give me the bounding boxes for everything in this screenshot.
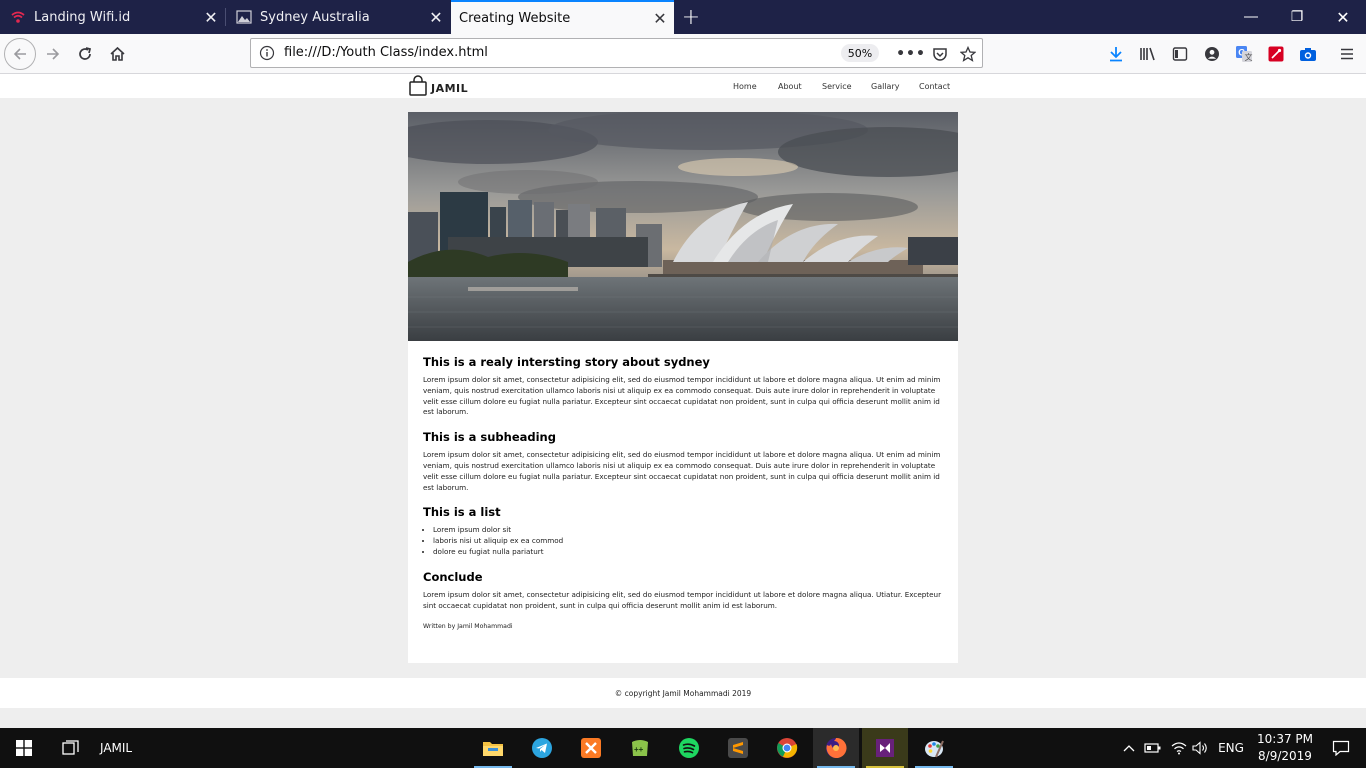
- chevron-up-icon[interactable]: [1118, 728, 1140, 768]
- network-wifi-icon[interactable]: [1168, 728, 1190, 768]
- section-paragraph: Lorem ipsum dolor sit amet, consectetur …: [423, 375, 941, 417]
- nav-link-service[interactable]: Service: [822, 82, 852, 91]
- section-heading: This is a subheading: [423, 430, 556, 445]
- list-item: Lorem ipsum dolor sit: [433, 525, 945, 536]
- page-actions-icon[interactable]: •••: [896, 43, 925, 65]
- copyright-text: © copyright Jamil Mohammadi 2019: [614, 688, 752, 698]
- arrow-right-icon: [47, 48, 60, 60]
- tab-landing-wifi[interactable]: Landing Wifi.id ✕: [0, 0, 225, 34]
- new-tab-button[interactable]: +: [676, 0, 706, 34]
- reload-icon: [79, 47, 92, 60]
- reload-button[interactable]: [69, 38, 101, 70]
- spotify-icon[interactable]: [666, 728, 712, 768]
- translate-icon[interactable]: G文: [1232, 42, 1256, 66]
- home-button[interactable]: [101, 38, 133, 70]
- notification-icon: [1332, 740, 1350, 756]
- brand-name: JAMIL: [431, 82, 469, 95]
- close-icon[interactable]: ✕: [646, 4, 674, 32]
- info-icon[interactable]: [259, 45, 275, 61]
- tab-sydney-australia[interactable]: Sydney Australia ✕: [226, 0, 450, 34]
- back-button[interactable]: [4, 38, 36, 70]
- menu-hamburger-icon[interactable]: [1335, 42, 1359, 66]
- arrow-left-icon: [13, 48, 26, 60]
- tab-label: Sydney Australia: [260, 9, 370, 25]
- page-image-icon: [236, 9, 252, 25]
- notification-center-button[interactable]: [1318, 728, 1364, 768]
- paint-icon[interactable]: [911, 728, 957, 768]
- svg-text:文: 文: [1245, 52, 1253, 62]
- section-paragraph: Lorem ipsum dolor sit amet, consectetur …: [423, 450, 941, 492]
- windows-taskbar: JAMIL ++ ENG 10:37 PM 8/9/2019: [0, 728, 1366, 768]
- xampp-icon[interactable]: [568, 728, 614, 768]
- site-header: JAMIL Home About Service Gallary Contact: [0, 74, 1366, 98]
- svg-text:++: ++: [634, 745, 644, 754]
- article: This is a realy intersting story about s…: [423, 355, 945, 630]
- url-text[interactable]: file:///D:/Youth Class/index.html: [284, 45, 488, 60]
- hero-image-sydney: [408, 112, 958, 341]
- site-footer: © copyright Jamil Mohammadi 2019: [0, 678, 1366, 708]
- screenshot-camera-icon[interactable]: [1296, 42, 1320, 66]
- minimize-button[interactable]: ―: [1228, 0, 1274, 34]
- sidebar-icon[interactable]: [1168, 42, 1192, 66]
- close-icon[interactable]: ✕: [422, 3, 450, 31]
- battery-icon[interactable]: [1142, 728, 1164, 768]
- task-view-button[interactable]: [48, 728, 94, 768]
- restore-button[interactable]: ❐: [1274, 0, 1320, 34]
- close-icon[interactable]: ✕: [197, 3, 225, 31]
- library-icon[interactable]: [1136, 42, 1160, 66]
- shopping-bag-icon: [409, 75, 427, 96]
- nav-link-home[interactable]: Home: [733, 82, 757, 91]
- task-view-icon: [62, 740, 79, 755]
- tab-bar: Landing Wifi.id ✕ Sydney Australia ✕ Cre…: [0, 0, 1366, 34]
- clock-time: 10:37 PM: [1257, 732, 1313, 746]
- firefox-icon[interactable]: [813, 728, 859, 768]
- brand-logo[interactable]: JAMIL: [408, 74, 468, 96]
- wifi-icon: [10, 9, 26, 25]
- window-close-button[interactable]: ✕: [1320, 0, 1366, 34]
- bullet-list: Lorem ipsum dolor sit laboris nisi ut al…: [433, 525, 945, 557]
- telegram-icon[interactable]: [519, 728, 565, 768]
- nav-link-about[interactable]: About: [778, 82, 802, 91]
- taskbar-label[interactable]: JAMIL: [100, 728, 132, 768]
- list-item: laboris nisi ut aliquip ex ea commod: [433, 536, 945, 547]
- section-heading: This is a list: [423, 505, 501, 520]
- home-icon: [109, 46, 125, 61]
- clock-date: 8/9/2019: [1258, 749, 1312, 763]
- sublime-text-icon[interactable]: [715, 728, 761, 768]
- tab-label: Creating Website: [459, 10, 571, 26]
- section-paragraph: Lorem ipsum dolor sit amet, consectetur …: [423, 589, 942, 610]
- author-byline: Written by Jamil Mohammadi: [423, 623, 513, 631]
- tab-label: Landing Wifi.id: [34, 9, 131, 25]
- windows-logo-icon: [16, 740, 32, 756]
- file-explorer-icon[interactable]: [470, 728, 516, 768]
- section-heading: Conclude: [423, 569, 483, 584]
- content-card: This is a realy intersting story about s…: [408, 112, 958, 663]
- bookmark-star-icon[interactable]: [957, 43, 979, 65]
- chrome-icon[interactable]: [764, 728, 810, 768]
- zoom-level-badge[interactable]: 50%: [841, 44, 879, 62]
- visual-studio-icon[interactable]: [862, 728, 908, 768]
- pocket-icon[interactable]: [929, 43, 951, 65]
- list-item: dolore eu fugiat nulla pariaturt: [433, 547, 945, 558]
- language-indicator[interactable]: ENG: [1215, 728, 1247, 768]
- nav-link-gallary[interactable]: Gallary: [871, 82, 899, 91]
- volume-icon[interactable]: [1190, 728, 1212, 768]
- url-bar[interactable]: file:///D:/Youth Class/index.html 50% ••…: [250, 38, 983, 68]
- tab-creating-website[interactable]: Creating Website ✕: [451, 0, 674, 34]
- navigation-toolbar: file:///D:/Youth Class/index.html 50% ••…: [0, 34, 1366, 74]
- start-button[interactable]: [0, 728, 48, 768]
- notepad-plus-icon[interactable]: ++: [617, 728, 663, 768]
- system-clock[interactable]: 10:37 PM 8/9/2019: [1256, 731, 1314, 765]
- download-icon[interactable]: [1104, 42, 1128, 66]
- section-heading: This is a realy intersting story about s…: [423, 355, 710, 369]
- nav-link-contact[interactable]: Contact: [919, 82, 950, 91]
- account-icon[interactable]: [1200, 42, 1224, 66]
- page-viewport: JAMIL Home About Service Gallary Contact: [0, 74, 1366, 728]
- forward-button[interactable]: [37, 38, 69, 70]
- color-picker-extension-icon[interactable]: [1264, 42, 1288, 66]
